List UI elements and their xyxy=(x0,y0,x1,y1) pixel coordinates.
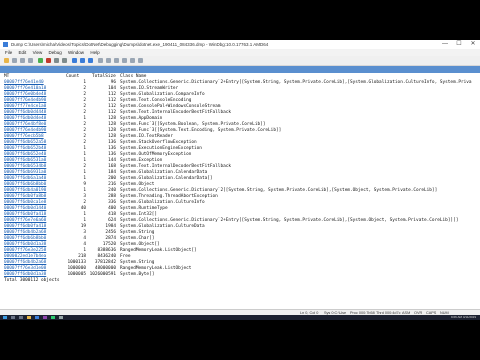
command-tab-strip: Command xyxy=(0,66,480,81)
toolbar xyxy=(0,56,480,66)
windbg-taskbar-icon[interactable] xyxy=(59,316,63,319)
system-tray-clock[interactable]: 9:06 AM 4/11/2019 xyxy=(451,315,476,320)
minimize-button[interactable]: — xyxy=(438,40,452,49)
file-explorer-icon[interactable] xyxy=(27,316,31,319)
visual-studio-icon[interactable] xyxy=(43,316,47,319)
table-row: 00007ff6db0d1a38 1000005 1026000591 System.… xyxy=(4,272,474,278)
tray-time: 9:06 AM xyxy=(451,315,463,319)
break-icon[interactable] xyxy=(46,58,51,63)
open-icon[interactable] xyxy=(4,58,9,63)
step-into-icon[interactable] xyxy=(72,58,77,63)
windbg-window: Dump C:\Users\micha\Videos\Topics\DotNet… xyxy=(0,40,480,320)
app-icon[interactable] xyxy=(51,316,55,319)
close-button[interactable]: ✕ xyxy=(466,40,480,49)
header-totalsize: TotalSize xyxy=(92,74,116,79)
menu-window[interactable]: Window xyxy=(68,50,84,55)
maximize-button[interactable]: ☐ xyxy=(452,40,466,49)
class-name-cell: System.Byte[] xyxy=(120,272,155,277)
call-stack-icon[interactable] xyxy=(138,58,143,63)
window-title: Dump C:\Users\micha\Videos\Topics\DotNet… xyxy=(11,42,269,47)
stop-icon[interactable] xyxy=(62,58,67,63)
windows-taskbar: 9:06 AM 4/11/2019 xyxy=(0,315,480,320)
step-out-icon[interactable] xyxy=(88,58,93,63)
total-objects: Total 3000112 objects xyxy=(4,278,60,283)
windbg-app-icon xyxy=(3,42,8,47)
task-view-icon[interactable] xyxy=(19,316,23,319)
heap-stat-table: 00007ff76e41e40 1 96 System.Collections.Gen… xyxy=(4,80,474,278)
command-window-icon[interactable] xyxy=(98,58,103,63)
menu-file[interactable]: File xyxy=(5,50,12,55)
search-icon[interactable] xyxy=(11,316,15,319)
header-mt: MT xyxy=(4,74,10,79)
cut-icon[interactable] xyxy=(12,58,17,63)
edge-icon[interactable] xyxy=(35,316,39,319)
watch-window-icon[interactable] xyxy=(106,58,111,63)
registers-window-icon[interactable] xyxy=(122,58,127,63)
header-class-name: Class Name xyxy=(120,74,147,79)
start-icon[interactable] xyxy=(3,316,7,319)
title-bar: Dump C:\Users\micha\Videos\Topics\DotNet… xyxy=(0,40,480,49)
paste-icon[interactable] xyxy=(28,58,33,63)
go-icon[interactable] xyxy=(38,58,43,63)
count-cell: 1000005 xyxy=(67,272,86,277)
locals-window-icon[interactable] xyxy=(114,58,119,63)
copy-icon[interactable] xyxy=(20,58,25,63)
menu-bar: File Edit View Debug Window Help xyxy=(0,49,480,56)
command-output: MT Count TotalSize Class Name 00007ff76e41e… xyxy=(0,73,480,309)
menu-edit[interactable]: Edit xyxy=(19,50,27,55)
memory-window-icon[interactable] xyxy=(130,58,135,63)
menu-help[interactable]: Help xyxy=(90,50,99,55)
menu-view[interactable]: View xyxy=(33,50,43,55)
step-over-icon[interactable] xyxy=(80,58,85,63)
tray-date: 4/11/2019 xyxy=(462,315,476,319)
menu-debug[interactable]: Debug xyxy=(49,50,62,55)
header-count: Count xyxy=(66,74,80,79)
totalsize-cell: 1026000591 xyxy=(89,272,116,277)
restart-icon[interactable] xyxy=(54,58,59,63)
